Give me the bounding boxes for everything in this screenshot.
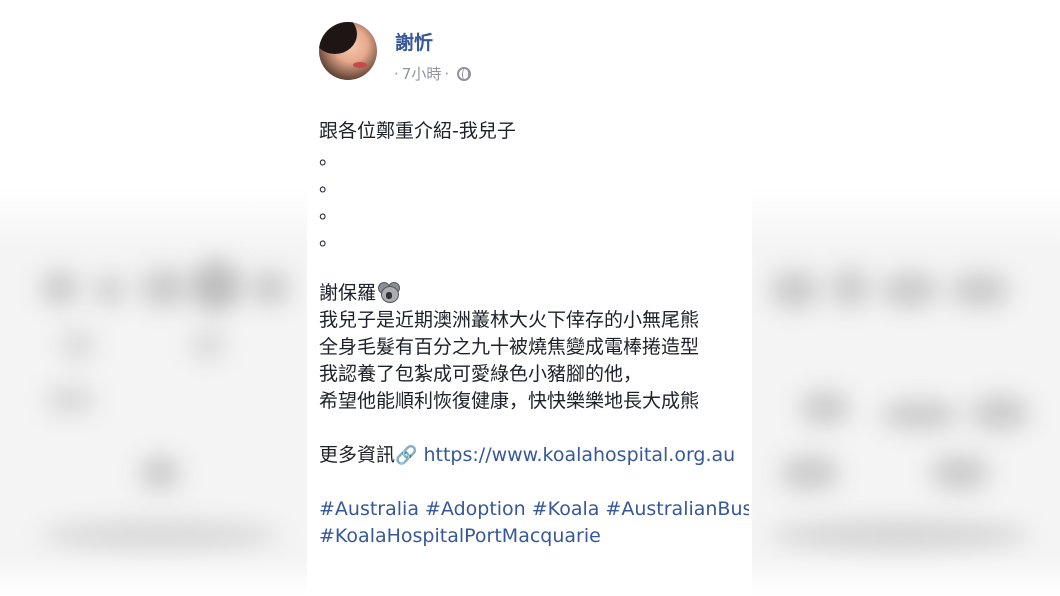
bg-blur-shape — [880, 272, 940, 308]
post-body: 跟各位鄭重介紹-我兒子 。 。 。 。 謝保羅 我兒子是近期澳洲叢林大火下倖存的… — [319, 118, 749, 550]
post-meta: · 7小時 · — [391, 63, 472, 84]
post-line: 。 — [319, 174, 339, 196]
meta-separator: · — [394, 64, 399, 83]
story-line: 我認養了包紮成可愛綠色小豬腳的他， — [319, 363, 643, 385]
bg-blur-shape — [780, 455, 840, 491]
koala-hospital-link[interactable]: https://www.koalahospital.org.au — [423, 444, 735, 466]
avatar-hair — [319, 22, 357, 54]
link-icon: 🔗 — [395, 445, 418, 466]
bg-blur-shape — [950, 272, 1010, 308]
bg-blur-shape — [250, 270, 290, 306]
bg-blur-shape — [770, 270, 820, 310]
author-name[interactable]: 謝忻 — [395, 28, 433, 55]
facebook-post: 謝忻 · 7小時 · 跟各位鄭重介紹-我兒子 。 。 。 。 謝保羅 我兒子是近… — [307, 0, 752, 596]
bg-blur-shape — [45, 385, 95, 415]
bg-blur-shape — [800, 390, 850, 426]
koala-name: 謝保羅 — [319, 282, 377, 304]
bg-blur-shape — [190, 260, 242, 312]
bg-blur-shape — [190, 330, 225, 360]
story-line: 全身毛髮有百分之九十被燒焦變成電棒捲造型 — [319, 336, 700, 358]
more-info-line: 更多資訊🔗 https://www.koalahospital.org.au — [319, 442, 749, 469]
bg-blur-shape — [830, 268, 870, 308]
meta-separator: · — [444, 64, 450, 83]
koala-icon — [378, 282, 401, 303]
bg-blur-shape — [970, 395, 1030, 431]
bg-blur-shape — [770, 520, 1030, 550]
bg-blur-shape — [140, 455, 180, 491]
bg-blur-shape — [930, 455, 990, 491]
author-avatar[interactable] — [319, 22, 377, 80]
bg-blur-shape — [40, 270, 80, 306]
bg-blur-shape — [95, 275, 125, 305]
more-info-label: 更多資訊 — [319, 444, 396, 466]
bg-blur-shape — [40, 520, 280, 550]
story-line: 我兒子是近期澳洲叢林大火下倖存的小無尾熊 — [319, 309, 700, 331]
hashtags-line[interactable]: #KoalaHospitalPortMacquarie — [319, 523, 749, 550]
story-line: 希望他能順利恢復健康，快快樂樂地長大成熊 — [319, 390, 700, 412]
hashtags-line[interactable]: #Australia #Adoption #Koala #AustralianB… — [319, 496, 749, 523]
post-line: 跟各位鄭重介紹-我兒子 — [319, 120, 516, 142]
bg-blur-shape — [60, 330, 95, 360]
bg-blur-shape — [880, 400, 960, 430]
post-line: 。 — [319, 147, 339, 169]
globe-icon[interactable] — [457, 66, 472, 81]
bg-blur-shape — [140, 268, 188, 308]
avatar-lip — [353, 62, 367, 68]
post-line: 。 — [319, 201, 339, 223]
post-line: 。 — [319, 228, 339, 250]
koala-name-line: 謝保羅 — [319, 280, 749, 307]
post-timestamp[interactable]: 7小時 — [402, 63, 442, 84]
